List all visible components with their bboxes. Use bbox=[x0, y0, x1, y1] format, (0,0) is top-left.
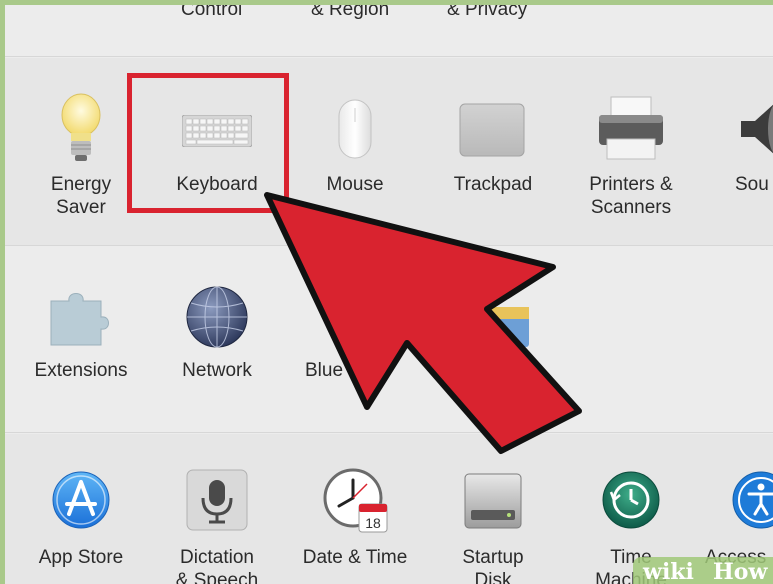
pref-label-printers-2: Scanners bbox=[590, 197, 672, 218]
system-preferences-window: Control & Region & Privacy Energy Saver bbox=[0, 0, 773, 584]
puzzle-piece-icon bbox=[50, 293, 109, 346]
pref-label-bluetooth: Blue bbox=[305, 360, 344, 381]
lightbulb-icon bbox=[61, 93, 101, 161]
keyboard-highlight-box bbox=[127, 73, 289, 213]
mouse-icon bbox=[338, 99, 372, 159]
microphone-icon bbox=[186, 469, 248, 531]
pref-label-dictation-1: Dictation bbox=[180, 547, 254, 568]
printer-icon bbox=[599, 96, 663, 160]
pref-label-region[interactable]: & Region bbox=[311, 5, 389, 21]
preferences-row-top: Control & Region & Privacy bbox=[5, 5, 773, 57]
pref-label-date-time: Date & Time bbox=[302, 547, 408, 568]
pref-label-dictation-2: & Speech bbox=[175, 570, 259, 584]
pref-label-trackpad: Trackpad bbox=[453, 174, 533, 195]
app-store-icon bbox=[52, 471, 110, 529]
pref-label-printers-1: Printers & bbox=[589, 174, 673, 195]
pref-label-app-store: App Store bbox=[38, 547, 124, 568]
globe-icon bbox=[186, 286, 248, 348]
pref-label-control[interactable]: Control bbox=[181, 5, 242, 21]
wikihow-watermark: wiki How bbox=[633, 557, 773, 584]
calendar-day-text: 18 bbox=[365, 515, 381, 531]
pref-label-privacy[interactable]: & Privacy bbox=[447, 5, 527, 21]
sharing-folder-icon bbox=[479, 307, 529, 347]
pref-label-energy-saver-2: Saver bbox=[56, 197, 106, 218]
time-machine-icon bbox=[602, 471, 660, 529]
preferences-row-internet: Extensions Network Blue bbox=[5, 247, 773, 433]
pref-label-extensions: Extensions bbox=[34, 360, 128, 381]
speaker-icon bbox=[741, 104, 773, 154]
pref-label-startup-2: Disk bbox=[474, 570, 512, 584]
pref-label-startup-1: Startup bbox=[462, 547, 524, 568]
trackpad-icon bbox=[459, 103, 525, 157]
hard-disk-icon bbox=[464, 473, 522, 529]
accessibility-icon bbox=[732, 471, 773, 529]
watermark-how-text: How bbox=[713, 559, 768, 584]
watermark-wiki-text: wiki bbox=[643, 559, 694, 584]
pref-label-network: Network bbox=[182, 360, 252, 381]
pref-label-energy-saver-1: Energy bbox=[50, 174, 112, 195]
preferences-row-hardware: Energy Saver Keyboard Mouse Trackpad Pri… bbox=[5, 58, 773, 246]
clock-icon: 18 bbox=[323, 468, 388, 533]
pref-label-mouse: Mouse bbox=[326, 174, 384, 195]
pref-label-sound: Sou bbox=[735, 174, 769, 195]
